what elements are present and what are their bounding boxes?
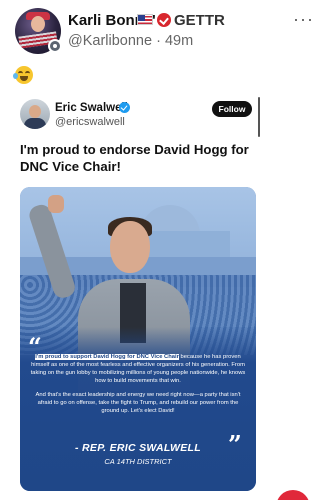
us-flag-icon: [137, 14, 153, 25]
floating-action-button[interactable]: [276, 490, 310, 500]
signature-district: CA 14TH DISTRICT: [104, 457, 172, 466]
quote-highlight: I'm proud to support David Hogg for DNC …: [35, 354, 179, 360]
emoji-mouth: [20, 76, 28, 81]
avatar-status-badge-icon: [48, 39, 62, 53]
embedded-post[interactable]: Eric Swalwell @ericswalwell Follow I'm p…: [14, 93, 260, 493]
platform-label: GETTR: [174, 12, 225, 29]
embed-post-text: I'm proud to endorse David Hogg for DNC …: [20, 142, 249, 174]
author-handle[interactable]: @Karlibonne: [68, 33, 152, 49]
embed-avatar-body: [24, 118, 46, 129]
signature-block: - REP. ERIC SWALWELL CA 14TH DISTRICT: [28, 442, 248, 466]
signature-name: - REP. ERIC SWALWELL: [75, 442, 201, 454]
quote-paragraph-2: And that's the exact leadership and ener…: [35, 392, 241, 414]
image-raised-fist: [48, 195, 64, 213]
post-time: · 49m: [156, 33, 194, 49]
embed-author-handle[interactable]: @ericswalwell: [55, 116, 125, 128]
quote-text: I'm proud to support David Hogg for DNC …: [28, 353, 248, 421]
more-options-icon[interactable]: ···: [293, 9, 314, 30]
verified-check-icon: [119, 102, 130, 113]
follow-button[interactable]: Follow: [212, 101, 252, 117]
gettr-verified-icon: [157, 13, 171, 27]
quote-paragraph-1: I'm proud to support David Hogg for DNC …: [28, 353, 248, 385]
rolling-on-floor-laughing-icon: [13, 66, 33, 84]
avatar-face-graphic: [31, 16, 45, 32]
image-person-head: [110, 221, 150, 273]
embed-avatar-head: [29, 105, 41, 118]
embed-author-name[interactable]: Eric Swalwell: [55, 102, 128, 114]
scrollbar[interactable]: [258, 97, 260, 137]
author-handle-time[interactable]: @Karlibonne · 49m: [68, 33, 193, 49]
post-image-card[interactable]: “ I'm proud to support David Hogg for DN…: [20, 187, 256, 491]
embed-author-avatar[interactable]: [20, 99, 50, 129]
emoji-tear: [13, 73, 18, 79]
